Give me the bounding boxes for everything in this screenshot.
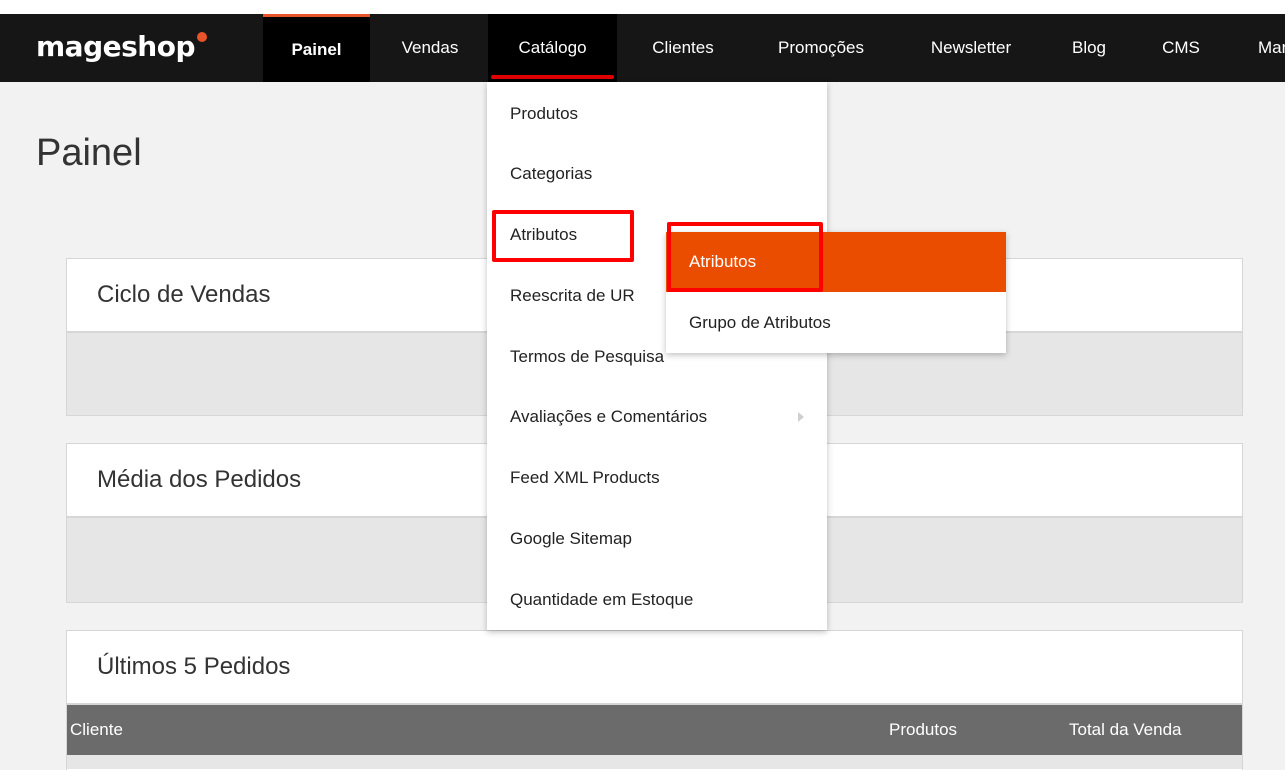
highlight-box-atributos [492, 210, 634, 262]
nav-newsletter-label: Newsletter [930, 38, 1012, 57]
top-area: mageshop Painel Vendas Catálogo Clientes… [0, 0, 1285, 82]
menu-item-quantidade-estoque[interactable]: Quantidade em Estoque [487, 570, 827, 630]
nav-catalogo[interactable]: Catálogo [488, 14, 617, 82]
nav-blog-label: Blog [1071, 38, 1107, 57]
chevron-right-icon [795, 387, 807, 447]
nav-marketing[interactable]: Mar [1250, 14, 1285, 82]
menu-item-produtos[interactable]: Produtos [487, 84, 827, 144]
orders-table-body [67, 755, 1242, 769]
last-orders-title: Últimos 5 Pedidos [67, 631, 1242, 705]
menu-item-feed-xml[interactable]: Feed XML Products [487, 448, 827, 508]
nav-promocoes-label: Promoções [778, 38, 864, 57]
submenu-item-grupo-atributos-label: Grupo de Atributos [689, 313, 831, 332]
nav-catalogo-label: Catálogo [518, 38, 587, 57]
menu-item-avaliacoes[interactable]: Avaliações e Comentários [487, 387, 827, 447]
nav-clientes-label: Clientes [652, 38, 714, 57]
nav-painel-label: Painel [291, 39, 342, 59]
logo-text: mageshop [36, 29, 195, 63]
menu-item-google-sitemap-label: Google Sitemap [510, 529, 632, 548]
catalog-dropdown-menu: Produtos Categorias Atributos Reescrita … [487, 82, 827, 630]
submenu-item-grupo-atributos[interactable]: Grupo de Atributos [666, 293, 1006, 353]
menu-item-produtos-label: Produtos [510, 104, 579, 123]
nav-promocoes[interactable]: Promoções [750, 14, 892, 82]
menu-item-google-sitemap[interactable]: Google Sitemap [487, 509, 827, 569]
column-cliente[interactable]: Cliente [70, 705, 123, 755]
logo-dot-icon [196, 32, 207, 42]
menu-item-categorias-label: Categorias [510, 164, 593, 183]
nav-painel[interactable]: Painel [263, 14, 370, 82]
column-produtos[interactable]: Produtos [889, 705, 957, 755]
last-orders-panel: Últimos 5 Pedidos Cliente Produtos Total… [66, 630, 1243, 770]
highlight-box-submenu-atributos [667, 222, 823, 292]
mageshop-logo[interactable]: mageshop [36, 24, 207, 68]
menu-item-quantidade-estoque-label: Quantidade em Estoque [510, 590, 694, 609]
column-total-venda[interactable]: Total da Venda [1069, 705, 1181, 755]
nav-cms[interactable]: CMS [1141, 14, 1221, 82]
page-title: Painel [36, 132, 142, 174]
main-navbar: mageshop Painel Vendas Catálogo Clientes… [0, 14, 1285, 82]
nav-clientes[interactable]: Clientes [627, 14, 739, 82]
nav-blog[interactable]: Blog [1051, 14, 1127, 82]
nav-newsletter[interactable]: Newsletter [907, 14, 1035, 82]
nav-marketing-label: Mar [1258, 38, 1285, 57]
orders-table-header: Cliente Produtos Total da Venda [67, 705, 1242, 755]
menu-item-termos-pesquisa-label: Termos de Pesquisa [510, 347, 665, 366]
nav-vendas[interactable]: Vendas [379, 14, 481, 82]
menu-item-reescrita-url-label: Reescrita de UR [510, 286, 635, 305]
menu-item-avaliacoes-label: Avaliações e Comentários [510, 407, 708, 426]
menu-item-categorias[interactable]: Categorias [487, 144, 827, 204]
nav-cms-label: CMS [1162, 38, 1200, 57]
menu-item-feed-xml-label: Feed XML Products [510, 468, 660, 487]
nav-vendas-label: Vendas [401, 38, 459, 57]
